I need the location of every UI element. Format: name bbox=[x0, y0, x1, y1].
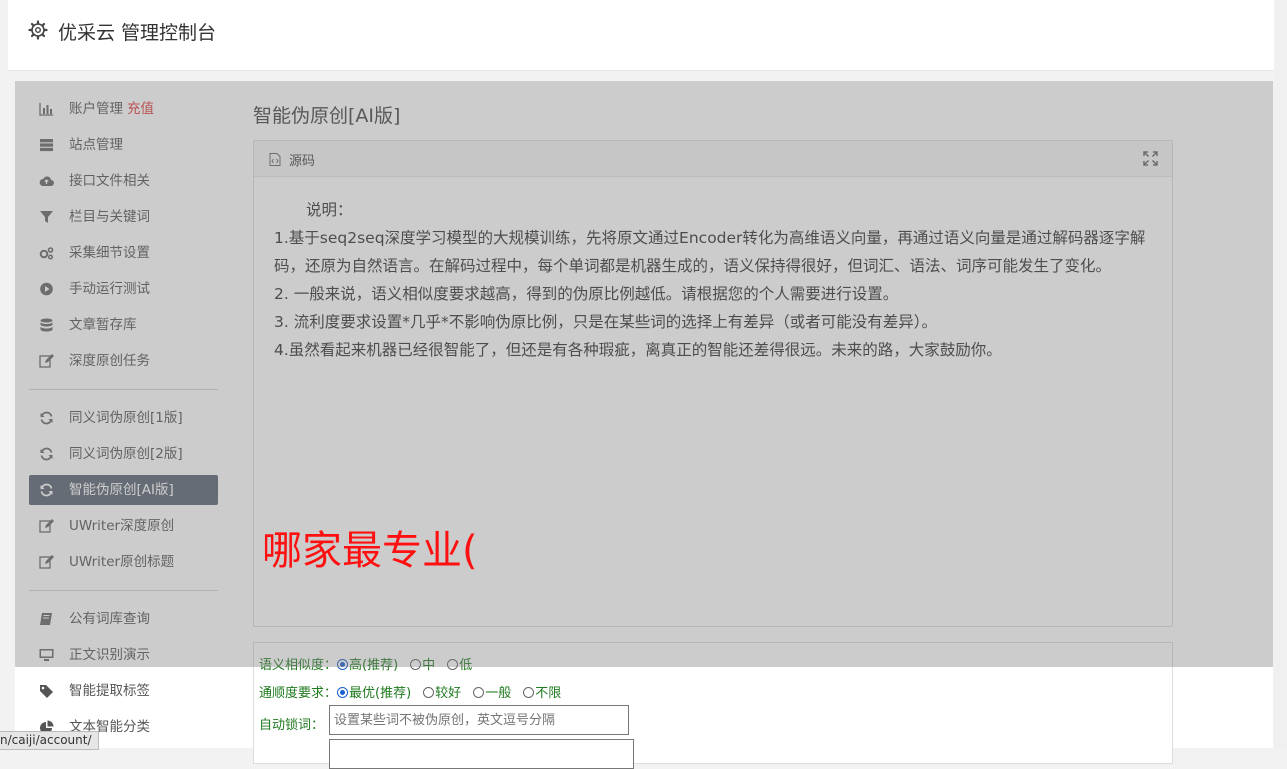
gear-icon bbox=[28, 20, 48, 40]
app-title: 优采云 管理控制台 bbox=[58, 22, 217, 44]
fluency-best-radio[interactable]: 最优(推荐) bbox=[337, 682, 411, 701]
fluency-any-radio[interactable]: 不限 bbox=[523, 682, 561, 701]
fluency-label: 通顺度要求： bbox=[259, 686, 338, 701]
fluency-normal-radio[interactable]: 一般 bbox=[473, 682, 511, 701]
lock-label: 自动锁词： bbox=[259, 718, 325, 733]
fluency-row: 通顺度要求： 最优(推荐) 较好 一般 不限 bbox=[259, 682, 573, 701]
status-bar-url: n/caiji/account/ bbox=[0, 731, 99, 750]
sidebar-item-label: 智能提取标签 bbox=[69, 683, 150, 699]
tag-icon bbox=[40, 685, 53, 698]
top-header: 优采云 管理控制台 bbox=[8, 0, 1274, 71]
fluency-good-radio[interactable]: 较好 bbox=[423, 682, 461, 701]
sidebar-item-tag-extract[interactable]: 智能提取标签 bbox=[29, 676, 218, 706]
modal-overlay[interactable] bbox=[15, 81, 1273, 667]
overlay-red-text: 哪家最专业( bbox=[262, 528, 478, 574]
lock-words-textarea[interactable] bbox=[329, 739, 634, 769]
lock-words-input[interactable] bbox=[329, 705, 629, 735]
window-scrollbar[interactable] bbox=[1274, 0, 1287, 748]
